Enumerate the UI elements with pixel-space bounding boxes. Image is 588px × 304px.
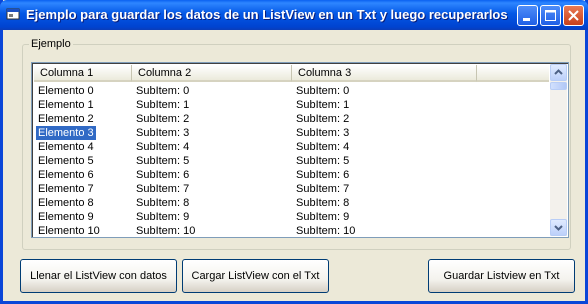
list-item[interactable]: Elemento 5 SubItem: 5 SubItem: 5 [34, 154, 549, 168]
scroll-down-button[interactable] [550, 219, 567, 236]
cell-col2: SubItem: 1 [136, 99, 190, 111]
close-button[interactable] [563, 5, 584, 26]
listview[interactable]: Columna 1 Columna 2 Columna 3 Elemento 0… [31, 62, 569, 238]
app-icon [6, 8, 20, 20]
group-label: Ejemplo [29, 38, 73, 50]
vertical-scrollbar[interactable] [550, 64, 567, 236]
cell-col3: SubItem: 5 [296, 155, 350, 167]
cell-col1: Elemento 10 [38, 225, 100, 237]
maximize-icon [545, 10, 556, 21]
cell-col3: SubItem: 4 [296, 141, 350, 153]
list-item[interactable]: Elemento 6 SubItem: 6 SubItem: 6 [34, 168, 549, 182]
cell-col1: Elemento 7 [38, 183, 94, 195]
cell-col1: Elemento 0 [38, 85, 94, 97]
close-icon [568, 10, 579, 21]
cell-col2: SubItem: 4 [136, 141, 190, 153]
column-header-filler [477, 65, 549, 82]
window-title: Ejemplo para guardar los datos de un Lis… [26, 7, 508, 22]
cell-col1: Elemento 3 [36, 126, 96, 140]
cell-col2: SubItem: 3 [136, 127, 190, 139]
cell-col2: SubItem: 7 [136, 183, 190, 195]
list-item[interactable]: Elemento 9 SubItem: 9 SubItem: 9 [34, 210, 549, 224]
column-header-1[interactable]: Columna 1 [34, 65, 132, 82]
save-to-txt-button[interactable]: Guardar Listview en Txt [428, 259, 575, 293]
cell-col2: SubItem: 10 [136, 225, 196, 237]
cell-col1: Elemento 9 [38, 211, 94, 223]
list-item[interactable]: Elemento 10 SubItem: 10 SubItem: 10 [34, 224, 549, 238]
chevron-down-icon [554, 225, 563, 231]
cell-col2: SubItem: 9 [136, 211, 190, 223]
app-window: Ejemplo para guardar los datos de un Lis… [0, 0, 588, 304]
minimize-icon [523, 18, 530, 21]
load-from-txt-button[interactable]: Cargar ListView con el Txt [182, 259, 329, 293]
listview-rows: Elemento 0 SubItem: 0 SubItem: 0 Elemento … [34, 84, 549, 238]
column-header-3[interactable]: Columna 3 [292, 65, 477, 82]
maximize-button[interactable] [540, 5, 561, 26]
title-bar[interactable]: Ejemplo para guardar los datos de un Lis… [0, 0, 588, 30]
list-item[interactable]: Elemento 4 SubItem: 4 SubItem: 4 [34, 140, 549, 154]
fill-listview-button[interactable]: Llenar el ListView con datos [20, 259, 177, 293]
cell-col3: SubItem: 3 [296, 127, 350, 139]
cell-col3: SubItem: 6 [296, 169, 350, 181]
cell-col3: SubItem: 7 [296, 183, 350, 195]
cell-col3: SubItem: 1 [296, 99, 350, 111]
list-item[interactable]: Elemento 2 SubItem: 2 SubItem: 2 [34, 112, 549, 126]
column-header-2[interactable]: Columna 2 [132, 65, 292, 82]
cell-col2: SubItem: 8 [136, 197, 190, 209]
minimize-button[interactable] [517, 5, 538, 26]
cell-col3: SubItem: 0 [296, 85, 350, 97]
cell-col3: SubItem: 9 [296, 211, 350, 223]
scroll-up-button[interactable] [550, 64, 567, 81]
cell-col1: Elemento 4 [38, 141, 94, 153]
cell-col3: SubItem: 8 [296, 197, 350, 209]
cell-col2: SubItem: 2 [136, 113, 190, 125]
listview-header: Columna 1 Columna 2 Columna 3 [34, 65, 549, 82]
list-item[interactable]: Elemento 7 SubItem: 7 SubItem: 7 [34, 182, 549, 196]
cell-col3: SubItem: 2 [296, 113, 350, 125]
cell-col1: Elemento 8 [38, 197, 94, 209]
cell-col2: SubItem: 0 [136, 85, 190, 97]
chevron-up-icon [554, 69, 563, 75]
cell-col1: Elemento 1 [38, 99, 94, 111]
cell-col1: Elemento 5 [38, 155, 94, 167]
scroll-thumb[interactable] [550, 82, 567, 90]
cell-col1: Elemento 2 [38, 113, 94, 125]
cell-col2: SubItem: 5 [136, 155, 190, 167]
list-item[interactable]: Elemento 1 SubItem: 1 SubItem: 1 [34, 98, 549, 112]
list-item[interactable]: Elemento 0 SubItem: 0 SubItem: 0 [34, 84, 549, 98]
list-item-selected[interactable]: Elemento 3 SubItem: 3 SubItem: 3 [34, 126, 549, 140]
cell-col1: Elemento 6 [38, 169, 94, 181]
cell-col2: SubItem: 6 [136, 169, 190, 181]
cell-col3: SubItem: 10 [296, 225, 356, 237]
list-item[interactable]: Elemento 8 SubItem: 8 SubItem: 8 [34, 196, 549, 210]
